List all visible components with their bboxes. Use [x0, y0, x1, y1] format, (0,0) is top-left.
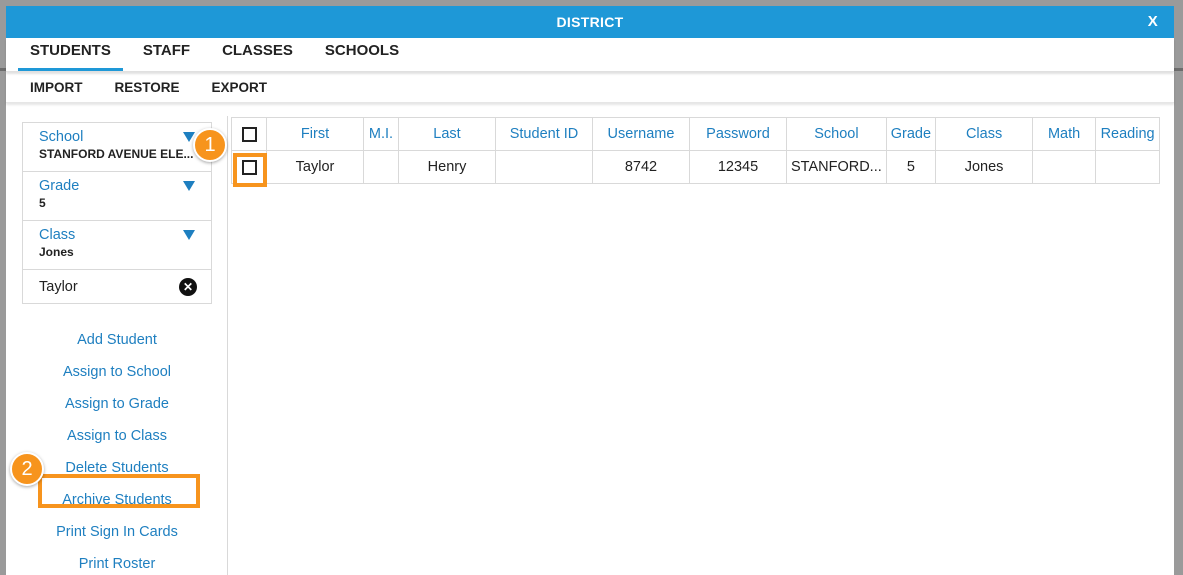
delete-students-button[interactable]: Delete Students: [6, 457, 228, 489]
table-cell: 8742: [592, 150, 690, 184]
title-bar: DISTRICT X: [6, 6, 1174, 38]
student-table: First M.I. Last Student ID Username Pass…: [231, 117, 1161, 184]
column-header[interactable]: Password: [689, 117, 787, 151]
column-header[interactable]: Student ID: [495, 117, 593, 151]
table-cell: [1095, 150, 1161, 184]
table-cell: Jones: [935, 150, 1034, 184]
table-header-row: First M.I. Last Student ID Username Pass…: [231, 117, 1161, 151]
class-filter[interactable]: Class Jones: [23, 221, 211, 270]
search-field[interactable]: Taylor ✕: [23, 270, 211, 303]
table-row[interactable]: Taylor Henry 8742 12345 STANFORD... 5 Jo…: [231, 150, 1161, 184]
restore-button[interactable]: RESTORE: [103, 80, 192, 95]
filter-value: Jones: [39, 245, 74, 259]
window-title: DISTRICT: [556, 14, 624, 30]
clear-search-icon[interactable]: ✕: [179, 277, 197, 296]
column-header[interactable]: M.I.: [363, 117, 399, 151]
column-header[interactable]: Username: [592, 117, 690, 151]
background-strip: [1173, 68, 1183, 71]
print-sign-in-cards-button[interactable]: Print Sign In Cards: [6, 521, 228, 553]
main-tabs: STUDENTS STAFF CLASSES SCHOOLS: [6, 38, 1174, 72]
select-all-checkbox[interactable]: [241, 126, 257, 142]
filter-value: 5: [39, 196, 46, 210]
table-cell: STANFORD...: [786, 150, 887, 184]
caret-down-icon[interactable]: [183, 181, 195, 191]
archive-students-button[interactable]: Archive Students: [6, 489, 228, 521]
tab-classes[interactable]: CLASSES: [210, 42, 305, 71]
caret-down-icon[interactable]: [183, 132, 195, 142]
action-list: Add Student Assign to School Assign to G…: [6, 329, 228, 575]
tab-schools[interactable]: SCHOOLS: [313, 42, 411, 71]
column-header[interactable]: School: [786, 117, 887, 151]
caret-down-icon[interactable]: [183, 230, 195, 240]
assign-to-class-button[interactable]: Assign to Class: [6, 425, 228, 457]
table-cell: 5: [885, 150, 937, 184]
column-header[interactable]: Grade: [885, 117, 937, 151]
table-cell: Taylor: [266, 150, 364, 184]
table-cell: [1032, 150, 1097, 184]
column-header[interactable]: Last: [398, 117, 496, 151]
tab-students[interactable]: STUDENTS: [18, 42, 123, 71]
grade-filter[interactable]: Grade 5: [23, 172, 211, 221]
export-button[interactable]: EXPORT: [200, 80, 280, 95]
filter-panel: School STANFORD AVENUE ELE... Grade 5 Cl…: [22, 122, 212, 304]
close-button[interactable]: X: [1148, 13, 1158, 30]
column-header[interactable]: Class: [935, 117, 1034, 151]
column-header[interactable]: Math: [1032, 117, 1097, 151]
assign-to-grade-button[interactable]: Assign to Grade: [6, 393, 228, 425]
table-cell: [363, 150, 399, 184]
school-filter[interactable]: School STANFORD AVENUE ELE...: [23, 123, 211, 172]
table-cell: Henry: [398, 150, 496, 184]
add-student-button[interactable]: Add Student: [6, 329, 228, 361]
sidebar: School STANFORD AVENUE ELE... Grade 5 Cl…: [6, 116, 228, 575]
row-select-cell[interactable]: [231, 150, 267, 184]
column-header[interactable]: First: [266, 117, 364, 151]
import-button[interactable]: IMPORT: [18, 80, 95, 95]
row-checkbox[interactable]: [241, 159, 257, 175]
select-all-cell[interactable]: [231, 117, 267, 151]
tab-staff[interactable]: STAFF: [131, 42, 202, 71]
district-dialog: DISTRICT X STUDENTS STAFF CLASSES SCHOOL…: [6, 6, 1174, 575]
column-header[interactable]: Reading: [1095, 117, 1161, 151]
print-roster-button[interactable]: Print Roster: [6, 553, 228, 575]
assign-to-school-button[interactable]: Assign to School: [6, 361, 228, 393]
table-cell: [495, 150, 593, 184]
search-input[interactable]: Taylor: [39, 279, 78, 295]
filter-value: STANFORD AVENUE ELE...: [39, 147, 194, 161]
sub-toolbar: IMPORT RESTORE EXPORT: [6, 72, 1174, 103]
table-cell: 12345: [689, 150, 787, 184]
